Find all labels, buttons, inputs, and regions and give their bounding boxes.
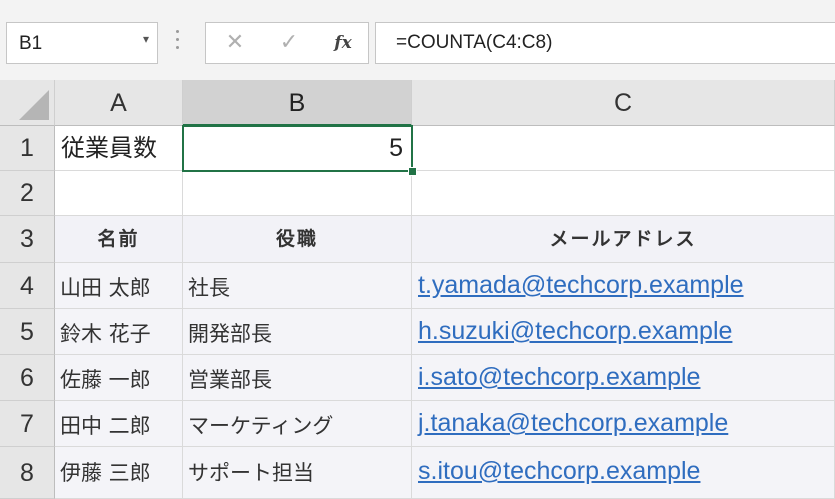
email-link[interactable]: i.sato@techcorp.example — [412, 355, 835, 401]
row-header-1[interactable]: 1 — [0, 126, 55, 171]
cell-name[interactable]: 佐藤 一郎 — [55, 355, 183, 401]
name-box[interactable]: B1 ▾ — [6, 22, 158, 64]
cell-c1[interactable] — [412, 126, 835, 171]
row-header-2[interactable]: 2 — [0, 171, 55, 216]
column-header-c[interactable]: C — [412, 80, 835, 126]
column-header-a[interactable]: A — [55, 80, 183, 126]
table-header-email[interactable]: メールアドレス — [412, 216, 835, 263]
cell-b2[interactable] — [183, 171, 412, 216]
row-header-5[interactable]: 5 — [0, 309, 55, 355]
chevron-down-icon[interactable]: ▾ — [143, 32, 149, 46]
name-box-value: B1 — [19, 33, 43, 54]
email-link[interactable]: h.suzuki@techcorp.example — [412, 309, 835, 355]
cell-title[interactable]: 社長 — [183, 263, 412, 309]
enter-icon[interactable]: ✓ — [274, 29, 304, 57]
formula-buttons: ✕ ✓ fx — [205, 22, 369, 64]
column-header-b[interactable]: B — [183, 80, 412, 126]
email-link[interactable]: t.yamada@techcorp.example — [412, 263, 835, 309]
cell-title[interactable]: 開発部長 — [183, 309, 412, 355]
cell-title[interactable]: マーケティング — [183, 401, 412, 447]
cell-name[interactable]: 山田 太郎 — [55, 263, 183, 309]
formula-text: =COUNTA(C4:C8) — [396, 32, 553, 53]
cell-name[interactable]: 伊藤 三郎 — [55, 447, 183, 499]
cell-name[interactable]: 田中 二郎 — [55, 401, 183, 447]
email-link[interactable]: j.tanaka@techcorp.example — [412, 401, 835, 447]
insert-function-icon[interactable]: fx — [328, 29, 358, 57]
formula-input[interactable]: =COUNTA(C4:C8) — [375, 22, 835, 64]
cell-a1[interactable]: 従業員数 — [55, 126, 183, 171]
cell-a2[interactable] — [55, 171, 183, 216]
cell-c2[interactable] — [412, 171, 835, 216]
cell-name[interactable]: 鈴木 花子 — [55, 309, 183, 355]
row-header-8[interactable]: 8 — [0, 447, 55, 499]
drag-handle-icon[interactable] — [176, 30, 180, 54]
fill-handle[interactable] — [408, 167, 417, 176]
table-header-name[interactable]: 名前 — [55, 216, 183, 263]
table-header-title[interactable]: 役職 — [183, 216, 412, 263]
formula-bar: B1 ▾ ✕ ✓ fx =COUNTA(C4:C8) — [0, 0, 835, 80]
select-all-button[interactable] — [0, 80, 55, 126]
email-link[interactable]: s.itou@techcorp.example — [412, 447, 835, 499]
cell-title[interactable]: サポート担当 — [183, 447, 412, 499]
cell-title[interactable]: 営業部長 — [183, 355, 412, 401]
select-all-triangle-icon — [19, 90, 49, 120]
row-header-3[interactable]: 3 — [0, 216, 55, 263]
row-header-4[interactable]: 4 — [0, 263, 55, 309]
active-cell-border — [182, 125, 413, 172]
row-header-7[interactable]: 7 — [0, 401, 55, 447]
cancel-icon[interactable]: ✕ — [220, 29, 250, 57]
row-header-6[interactable]: 6 — [0, 355, 55, 401]
